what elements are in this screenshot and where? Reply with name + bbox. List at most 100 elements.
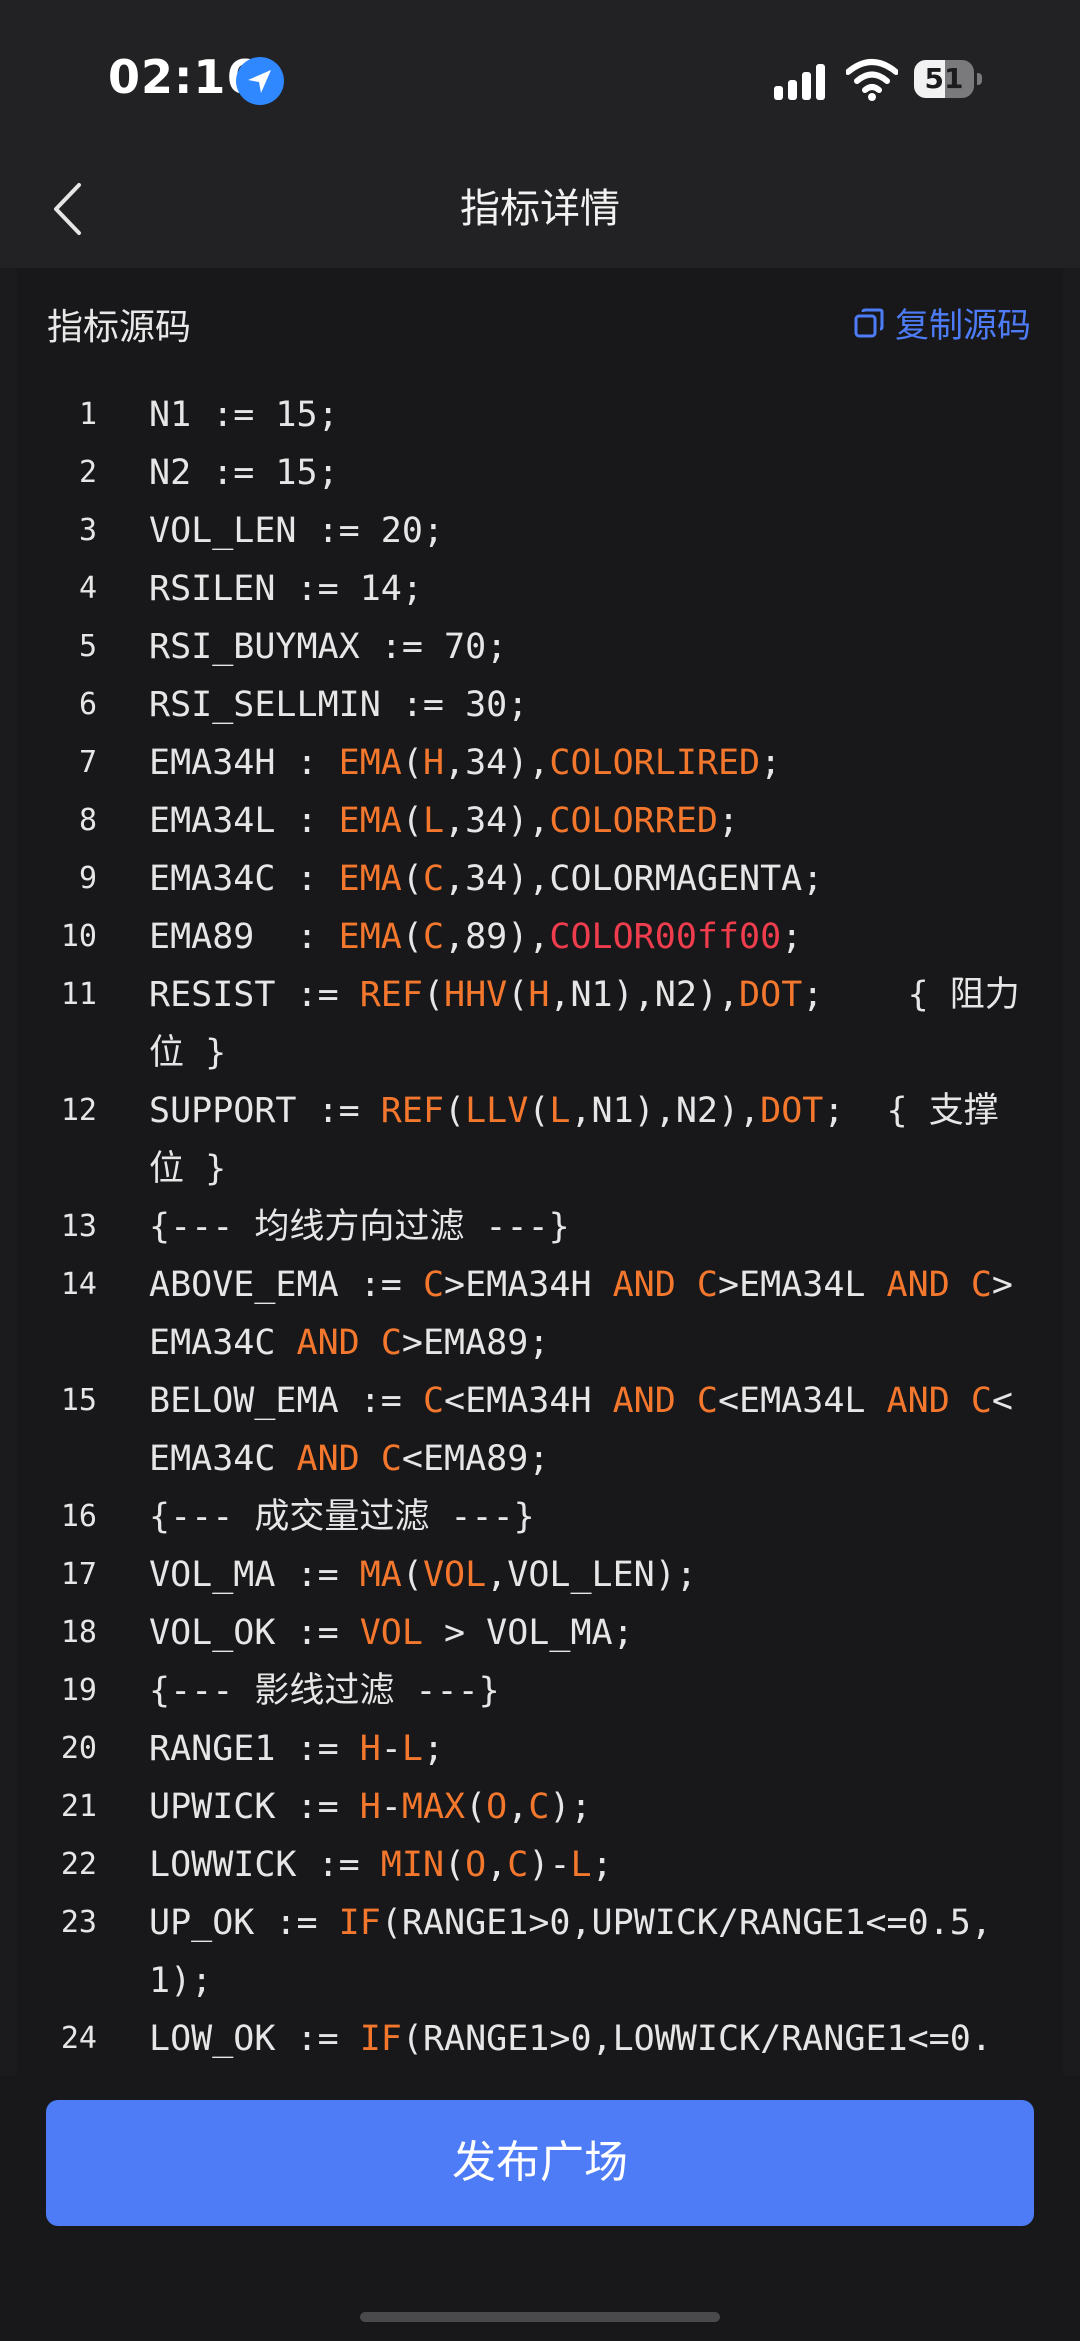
page-title: 指标详情 — [460, 186, 620, 232]
code-text: BELOW_EMA := C<EMA34H AND C<EMA34L AND C… — [97, 1372, 1063, 1488]
code-keyword: L — [549, 1091, 571, 1131]
code-line: 2 N2 := 15; — [17, 444, 1063, 502]
code-line: 4 RSILEN := 14; — [17, 560, 1063, 618]
line-number: 15 — [60, 1383, 97, 1418]
line-number: 21 — [60, 1789, 97, 1824]
code-token: ABOVE_EMA := — [149, 1265, 423, 1305]
publish-plaza-button[interactable]: 发布广场 — [46, 2100, 1034, 2226]
code-text: RANGE1 := H-L; — [97, 1720, 1063, 1778]
code-token: {--- 均线方向过滤 ---} — [149, 1207, 570, 1247]
copy-source-button[interactable]: 复制源码 — [853, 298, 1031, 347]
code-line: 15 BELOW_EMA := C<EMA34H AND C<EMA34L AND… — [17, 1372, 1063, 1488]
code-token: SUPPORT := — [149, 1091, 381, 1131]
code-token: , — [486, 1845, 508, 1885]
code-keyword: H — [528, 975, 550, 1015]
code-keyword: C — [528, 1787, 550, 1827]
code-keyword: L — [422, 801, 445, 841]
code-token: ,34), — [444, 743, 550, 783]
code-text: RSI_BUYMAX := 70; — [97, 618, 1063, 676]
code-keyword: DOT — [739, 975, 803, 1015]
code-token: <EMA34H — [444, 1381, 613, 1421]
code-block: 1 N1 := 15; 2 N2 := 15; 3 VOL_LEN := 20; 4 RSIL… — [17, 386, 1063, 2076]
code-text: LOW_OK := IF(RANGE1>0,LOWWICK/RANGE1<=0.… — [97, 2010, 1063, 2076]
code-token: EMA89 : — [149, 917, 339, 957]
code-keyword: VOL — [422, 1555, 487, 1595]
code-line: 18 VOL_OK := VOL > VOL_MA; — [17, 1604, 1063, 1662]
code-token: ( — [444, 1845, 466, 1885]
code-token: <EMA89; — [401, 1439, 550, 1479]
code-keyword: IF — [359, 2019, 402, 2059]
code-line: 9 EMA34C : EMA(C,34),COLORMAGENTA; — [17, 850, 1063, 908]
copy-icon — [854, 308, 884, 337]
source-code-card: 指标源码 复制源码 1 N1 := 15; 2 N2 := 15; 3 VOL_LEN :… — [17, 268, 1063, 2076]
code-line: 16 {--- 成交量过滤 ---} — [17, 1488, 1063, 1546]
code-token: LOW_OK := — [149, 2019, 360, 2059]
code-keyword: DOT — [760, 1091, 824, 1131]
code-text: RSI_SELLMIN := 30; — [97, 676, 1063, 734]
line-number: 7 — [78, 745, 97, 780]
code-line: 12 SUPPORT := REF(LLV(L,N1),N2),DOT; { 支撑… — [17, 1082, 1063, 1198]
code-token: RANGE1 := — [149, 1729, 360, 1769]
code-text: VOL_LEN := 20; — [97, 502, 1063, 560]
code-keyword: O — [486, 1787, 508, 1827]
code-keyword: COLORLIRED — [549, 743, 761, 783]
code-keyword: C — [970, 1381, 992, 1421]
code-keyword: COLOR00ff00 — [549, 917, 782, 957]
code-keyword: C — [422, 917, 445, 957]
code-text: EMA34C : EMA(C,34),COLORMAGENTA; — [97, 850, 1063, 908]
line-number: 13 — [60, 1209, 97, 1244]
code-text: RSILEN := 14; — [97, 560, 1063, 618]
code-keyword: AND — [296, 1439, 360, 1479]
card-header: 指标源码 复制源码 — [17, 268, 1063, 388]
code-token: RSI_BUYMAX := 70; — [149, 627, 508, 667]
code-token: - — [380, 1729, 402, 1769]
line-number: 2 — [78, 455, 97, 490]
line-number: 20 — [60, 1731, 97, 1766]
code-line: 21 UPWICK := H-MAX(O,C); — [17, 1778, 1063, 1836]
code-token: ,89), — [444, 917, 550, 957]
code-token: ,34),COLORMAGENTA; — [444, 859, 824, 899]
code-keyword: VOL — [359, 1613, 423, 1653]
code-token: VOL_LEN := 20; — [149, 511, 445, 551]
code-keyword: LLV — [465, 1091, 529, 1131]
code-token: ( — [401, 859, 423, 899]
code-line: 24 LOW_OK := IF(RANGE1>0,LOWWICK/RANGE1<=… — [17, 2010, 1063, 2076]
code-line: 6 RSI_SELLMIN := 30; — [17, 676, 1063, 734]
code-text: EMA89 : EMA(C,89),COLOR00ff00; — [97, 908, 1063, 966]
code-keyword: MA — [359, 1555, 402, 1595]
code-token: BELOW_EMA := — [149, 1381, 423, 1421]
code-line: 13 {--- 均线方向过滤 ---} — [17, 1198, 1063, 1256]
chevron-left-icon — [54, 183, 81, 235]
code-text: {--- 均线方向过滤 ---} — [97, 1198, 1063, 1256]
code-line: 8 EMA34L : EMA(L,34),COLORRED; — [17, 792, 1063, 850]
code-token: ; — [781, 917, 803, 957]
code-token: ( — [528, 1091, 550, 1131]
line-number: 10 — [60, 919, 97, 954]
code-keyword: C — [696, 1381, 718, 1421]
code-token: ( — [422, 975, 445, 1015]
line-number: 11 — [60, 977, 97, 1012]
code-line: 10 EMA89 : EMA(C,89),COLOR00ff00; — [17, 908, 1063, 966]
code-token: ; — [422, 1729, 445, 1769]
code-line: 22 LOWWICK := MIN(O,C)-L; — [17, 1836, 1063, 1894]
line-number: 9 — [78, 861, 97, 896]
battery-icon: 51 — [914, 60, 984, 100]
line-number: 23 — [60, 1905, 97, 1940]
location-arrow-icon — [236, 57, 284, 105]
line-number: 16 — [60, 1499, 97, 1534]
code-line: 23 UP_OK := IF(RANGE1>0,UPWICK/RANGE1<=0.… — [17, 1894, 1063, 2010]
code-token: ( — [507, 975, 529, 1015]
status-bar: 02:16 51 — [0, 0, 1080, 150]
code-token: ; — [591, 1845, 613, 1885]
back-button[interactable] — [32, 174, 102, 244]
code-text: VOL_OK := VOL > VOL_MA; — [97, 1604, 1063, 1662]
code-token: {--- 成交量过滤 ---} — [149, 1497, 535, 1537]
source-title: 指标源码 — [47, 307, 192, 348]
line-number: 3 — [78, 513, 97, 548]
copy-source-label: 复制源码 — [895, 306, 1031, 346]
code-line: 20 RANGE1 := H-L; — [17, 1720, 1063, 1778]
code-text: {--- 成交量过滤 ---} — [97, 1488, 1063, 1546]
code-keyword: IF — [338, 1903, 381, 1943]
